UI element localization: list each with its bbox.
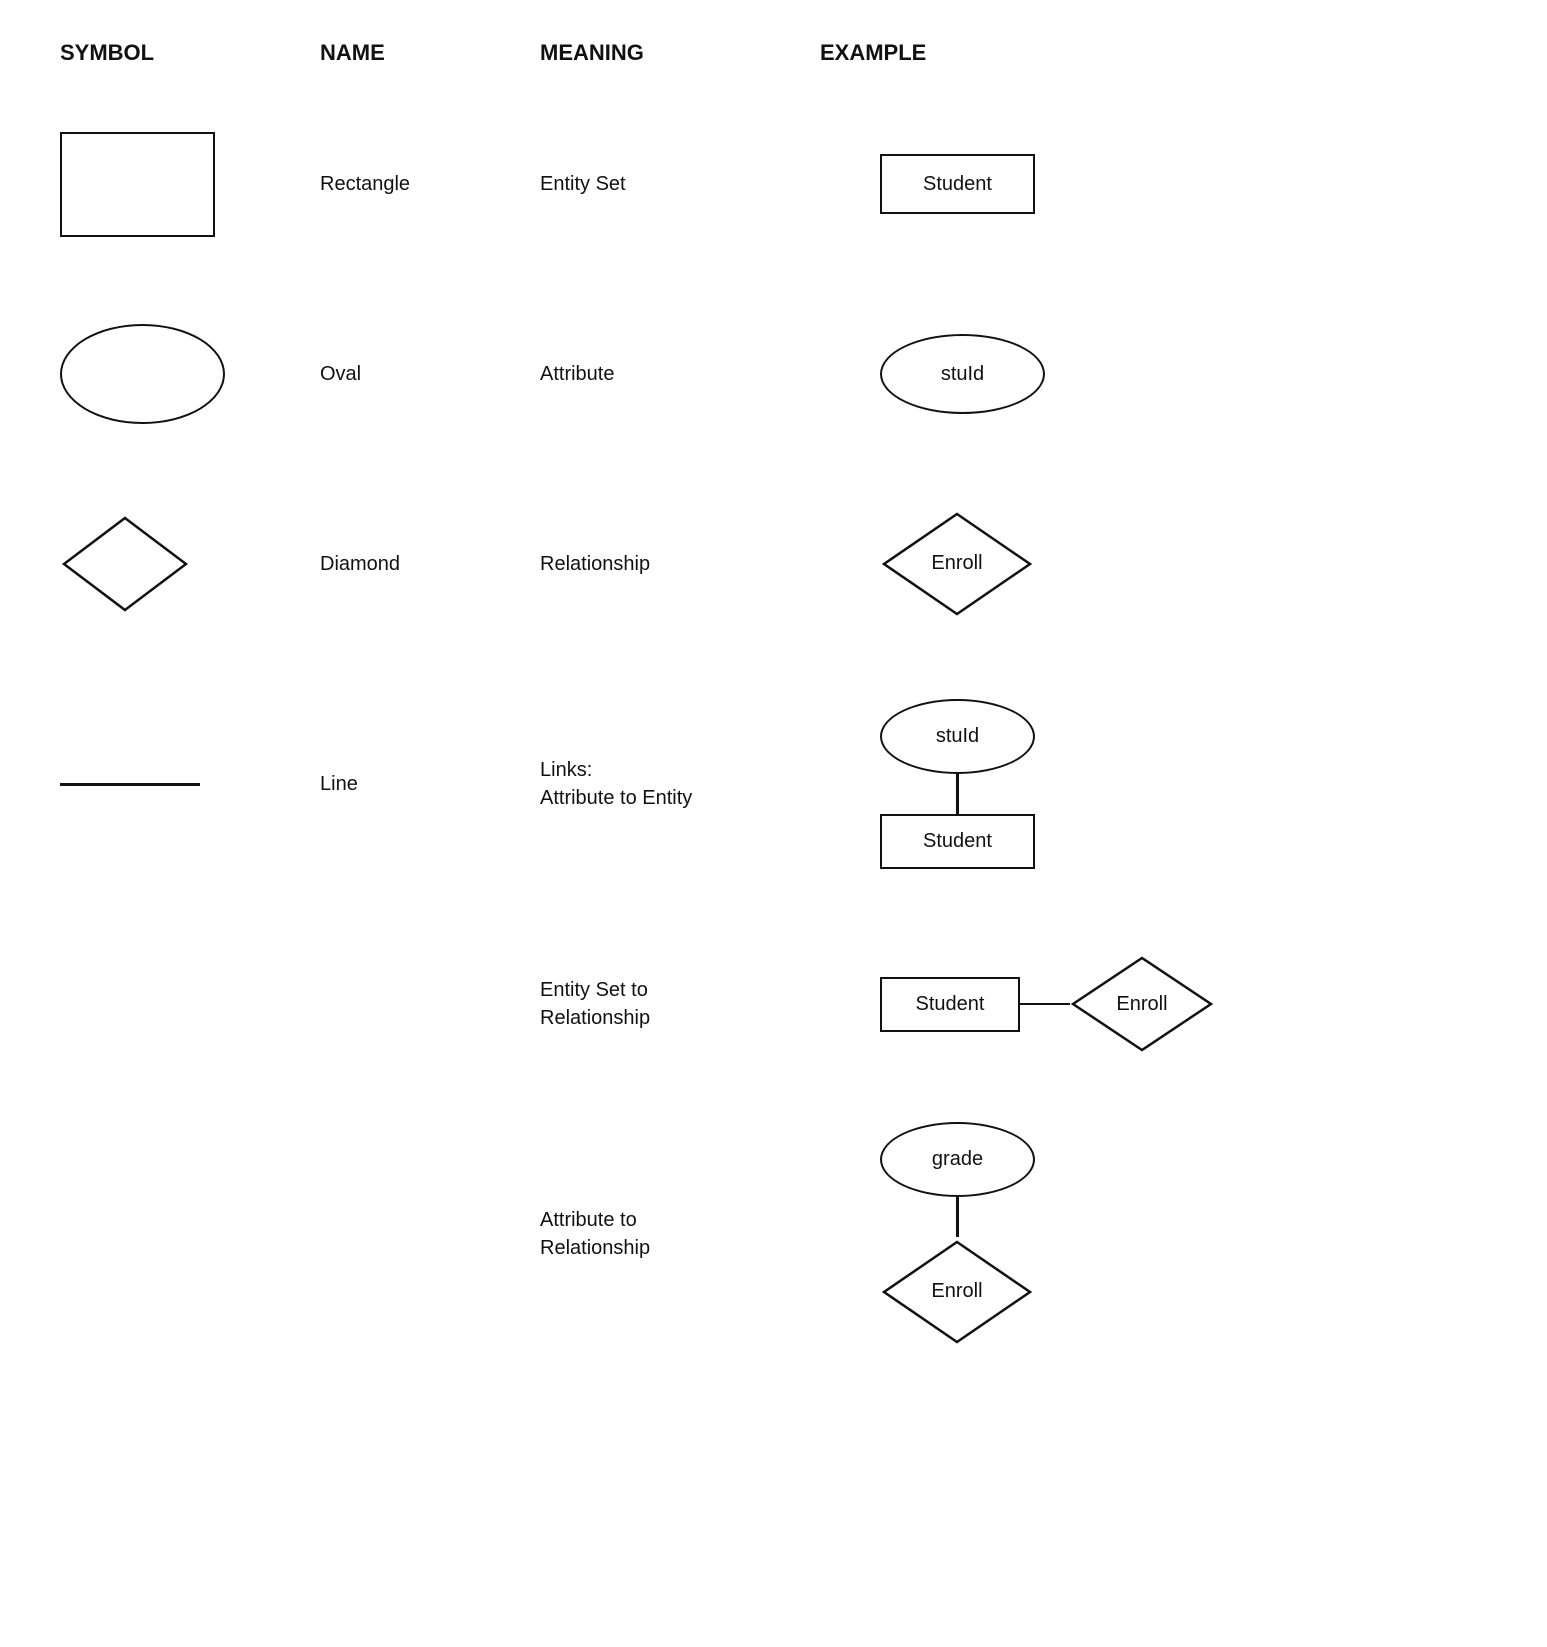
example-entity-rel-diagram: Student Enroll bbox=[880, 954, 1215, 1054]
name-line: Line bbox=[320, 773, 540, 796]
attr-rel-connector bbox=[956, 1197, 959, 1237]
symbol-rectangle bbox=[60, 132, 320, 237]
example-links: stuId Student bbox=[820, 699, 1487, 869]
row-line: Line Links: Attribute to Entity stuId St… bbox=[60, 674, 1487, 894]
page: SYMBOL NAME MEANING EXAMPLE Rectangle En… bbox=[0, 0, 1547, 1424]
meaning-rectangle: Entity Set bbox=[540, 173, 820, 196]
attr-rel-diamond: Enroll bbox=[880, 1237, 1035, 1347]
example-links-diagram: stuId Student bbox=[880, 699, 1035, 869]
header-symbol: SYMBOL bbox=[60, 40, 320, 66]
line-shape bbox=[60, 783, 200, 786]
entity-rel-diamond: Enroll bbox=[1070, 954, 1215, 1054]
example-attr-rel-diagram: grade Enroll bbox=[880, 1122, 1035, 1347]
rectangle-shape bbox=[60, 132, 215, 237]
example-attr-rel: grade Enroll bbox=[820, 1122, 1487, 1347]
example-diamond: Enroll bbox=[820, 509, 1487, 619]
name-rectangle: Rectangle bbox=[320, 173, 540, 196]
table-header: SYMBOL NAME MEANING EXAMPLE bbox=[60, 40, 1487, 74]
oval-shape bbox=[60, 324, 225, 424]
svg-text:Enroll: Enroll bbox=[931, 1280, 982, 1302]
symbol-oval bbox=[60, 324, 320, 424]
example-diamond-shape: Enroll bbox=[880, 509, 1035, 619]
meaning-line: Links: Attribute to Entity bbox=[540, 756, 820, 812]
header-meaning: MEANING bbox=[540, 40, 820, 66]
entity-rel-connector bbox=[1020, 1003, 1070, 1006]
name-diamond: Diamond bbox=[320, 553, 540, 576]
example-entity-rel: Student Enroll bbox=[820, 954, 1487, 1054]
svg-text:Enroll: Enroll bbox=[931, 552, 982, 574]
meaning-line-text: Links: Attribute to Entity bbox=[540, 756, 692, 812]
row-oval: Oval Attribute stuId bbox=[60, 294, 1487, 454]
links-rect: Student bbox=[880, 814, 1035, 869]
meaning-entity-rel-text: Entity Set to Relationship bbox=[540, 976, 650, 1032]
symbol-line bbox=[60, 783, 320, 786]
meaning-diamond: Relationship bbox=[540, 553, 820, 576]
row-diamond: Diamond Relationship Enroll bbox=[60, 484, 1487, 644]
row-attr-rel: Attribute to Relationship grade Enroll bbox=[60, 1114, 1487, 1354]
meaning-entity-rel: Entity Set to Relationship bbox=[540, 976, 820, 1032]
meaning-oval: Attribute bbox=[540, 363, 820, 386]
row-rectangle: Rectangle Entity Set Student bbox=[60, 104, 1487, 264]
example-rectangle-shape: Student bbox=[880, 154, 1035, 214]
meaning-attr-rel-text: Attribute to Relationship bbox=[540, 1206, 650, 1262]
header-name: NAME bbox=[320, 40, 540, 66]
symbol-diamond bbox=[60, 514, 320, 614]
svg-text:Enroll: Enroll bbox=[1116, 993, 1167, 1015]
example-oval-shape: stuId bbox=[880, 334, 1045, 414]
links-connector bbox=[956, 774, 959, 814]
diamond-shape bbox=[60, 514, 190, 614]
row-entity-rel: Entity Set to Relationship Student Enrol… bbox=[60, 924, 1487, 1084]
links-oval: stuId bbox=[880, 699, 1035, 774]
example-rectangle: Student bbox=[820, 154, 1487, 214]
example-oval: stuId bbox=[820, 334, 1487, 414]
meaning-attr-rel: Attribute to Relationship bbox=[540, 1206, 820, 1262]
attr-rel-oval: grade bbox=[880, 1122, 1035, 1197]
entity-rel-rect: Student bbox=[880, 977, 1020, 1032]
header-example: EXAMPLE bbox=[820, 40, 1487, 66]
name-oval: Oval bbox=[320, 363, 540, 386]
